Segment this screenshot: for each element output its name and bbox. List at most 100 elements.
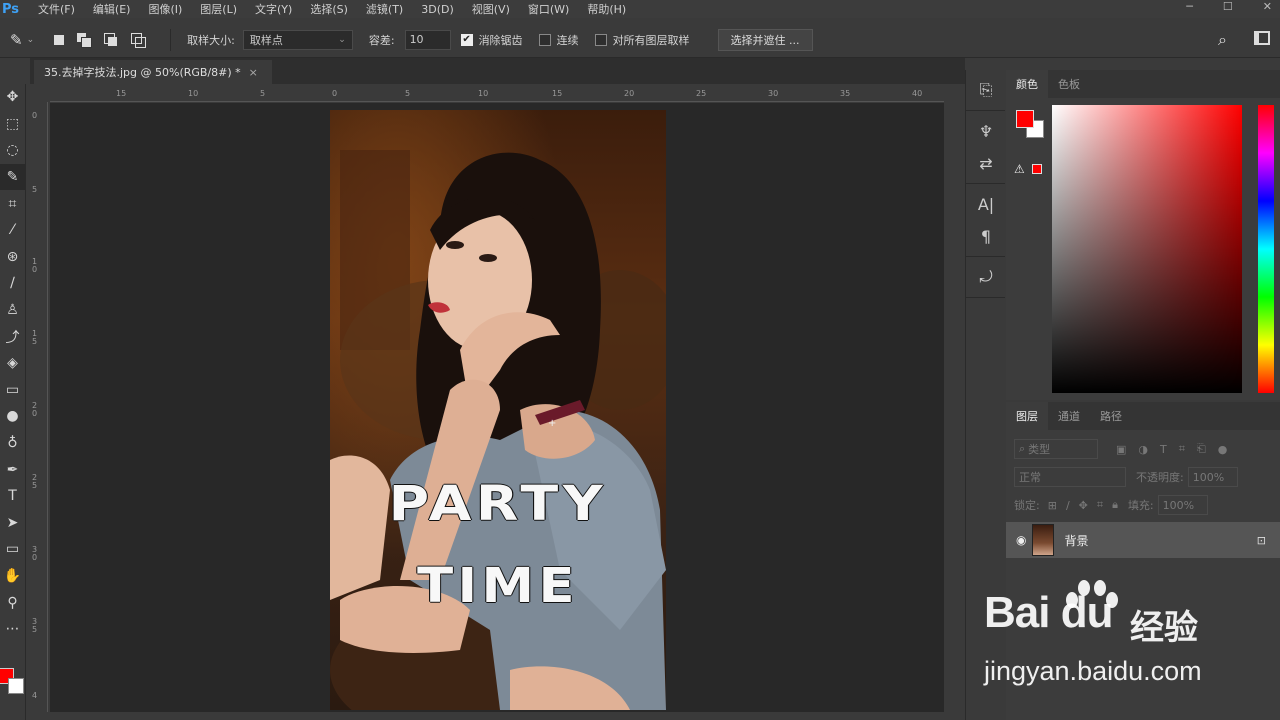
close-window-icon[interactable]: ✕ bbox=[1263, 0, 1272, 13]
opacity-value: 100% bbox=[1192, 470, 1225, 484]
filter-adjustment-icon[interactable]: ◑ bbox=[1138, 443, 1148, 456]
eyedropper-tool-icon[interactable]: ⁄ bbox=[0, 217, 25, 244]
subtract-selection-icon[interactable] bbox=[104, 32, 118, 47]
vertical-ruler: 0 5 1 0 1 5 2 0 2 5 3 0 3 5 4 bbox=[30, 102, 48, 720]
history-brush-tool-icon[interactable]: ⤴ bbox=[0, 323, 25, 350]
lock-artboard-icon[interactable]: ⌗ bbox=[1097, 498, 1103, 512]
pen-tool-icon[interactable]: ✒ bbox=[0, 456, 25, 483]
filter-shape-icon[interactable]: ⌗ bbox=[1179, 442, 1185, 456]
tab-paths[interactable]: 路径 bbox=[1090, 402, 1132, 430]
document-tab[interactable]: 35.去掉字技法.jpg @ 50%(RGB/8#) * × bbox=[34, 60, 272, 84]
document-image[interactable]: PARTY TIME + bbox=[330, 110, 666, 710]
menu-window[interactable]: 窗口(W) bbox=[528, 1, 569, 17]
hand-tool-icon[interactable]: ✋ bbox=[0, 563, 25, 590]
workspace-icon[interactable] bbox=[1254, 31, 1270, 45]
lock-pixels-icon[interactable]: ⊞ bbox=[1048, 499, 1057, 512]
tolerance-input[interactable]: 10 bbox=[404, 29, 451, 50]
party-text-selection: PARTY bbox=[388, 476, 608, 532]
clone-stamp-tool-icon[interactable]: ♙ bbox=[0, 297, 25, 324]
new-selection-icon[interactable] bbox=[54, 34, 65, 45]
gamut-warning-icon[interactable]: ⚠ bbox=[1014, 162, 1025, 176]
opacity-input[interactable]: 100% bbox=[1187, 467, 1238, 487]
minimize-icon[interactable]: ─ bbox=[1186, 0, 1193, 13]
crop-tool-icon[interactable]: ⌗ bbox=[0, 190, 25, 217]
gamut-warning-swatch[interactable] bbox=[1032, 164, 1042, 174]
sample-size-dropdown[interactable]: 取样点 ⌄ bbox=[242, 29, 353, 50]
history-panel-icon[interactable]: ⎘ bbox=[966, 74, 1006, 106]
menu-edit[interactable]: 编辑(E) bbox=[93, 1, 131, 17]
rectangle-tool-icon[interactable]: ▭ bbox=[0, 536, 25, 563]
magic-wand-tool-icon[interactable]: ✎ bbox=[0, 163, 25, 191]
eraser-tool-icon[interactable]: ◈ bbox=[0, 350, 25, 377]
brush-settings-icon[interactable]: ♆ bbox=[966, 115, 1006, 147]
hue-slider[interactable] bbox=[1258, 105, 1274, 393]
filter-smart-object-icon[interactable]: ⎗ bbox=[1197, 442, 1206, 456]
blend-row: 正常 不透明度: 100% bbox=[1006, 466, 1280, 488]
baidu-jingyan-watermark: Bai du 经验 jingyan.baidu.com bbox=[980, 578, 1240, 698]
magic-wand-preset-icon[interactable]: ✎ bbox=[10, 31, 23, 49]
ruler-tick: 30 bbox=[768, 89, 779, 98]
blend-mode-dropdown[interactable]: 正常 bbox=[1014, 467, 1126, 487]
antialias-checkbox[interactable]: ✔ bbox=[460, 33, 473, 46]
maximize-icon[interactable]: ☐ bbox=[1223, 0, 1233, 13]
chevron-down-icon[interactable]: ⌄ bbox=[27, 35, 35, 45]
brush-tool-icon[interactable]: ∕ bbox=[0, 270, 25, 297]
layer-name: 背景 bbox=[1064, 533, 1089, 548]
ruler-tick: 40 bbox=[912, 89, 923, 98]
ruler-tick: 5 bbox=[405, 89, 411, 98]
close-tab-icon[interactable]: × bbox=[249, 66, 258, 79]
select-and-mask-button[interactable]: 选择并遮住 ... bbox=[717, 28, 813, 51]
lock-brush-icon[interactable]: ∕ bbox=[1066, 499, 1070, 512]
tab-channels[interactable]: 通道 bbox=[1048, 402, 1090, 430]
menu-layer[interactable]: 图层(L) bbox=[200, 1, 237, 17]
type-tool-icon[interactable]: T bbox=[0, 483, 25, 510]
lasso-tool-icon[interactable]: ◌ bbox=[0, 137, 25, 164]
layer-filter-dropdown[interactable]: ⌕ 类型 bbox=[1014, 439, 1098, 459]
menu-image[interactable]: 图像(I) bbox=[148, 1, 182, 17]
background-color-swatch[interactable] bbox=[8, 678, 24, 694]
tab-swatches[interactable]: 色板 bbox=[1048, 70, 1090, 98]
color-panel-foreground-swatch[interactable] bbox=[1016, 110, 1034, 128]
menu-help[interactable]: 帮助(H) bbox=[587, 1, 626, 17]
lock-all-icon[interactable]: 🔒︎ bbox=[1112, 498, 1118, 512]
tools-panel: ✥ ⬚ ◌ ✎ ⌗ ⁄ ⊛ ∕ ♙ ⤴ ◈ ▭ ● ♁ ✒ T ➤ ▭ ✋ ⚲ … bbox=[0, 84, 26, 720]
paragraph-panel-icon[interactable]: ¶ bbox=[966, 220, 1006, 252]
lock-position-icon[interactable]: ✥ bbox=[1079, 499, 1088, 512]
search-icon[interactable]: ⌕ bbox=[1218, 30, 1227, 50]
eye-icon[interactable]: ◉ bbox=[1016, 533, 1026, 547]
path-selection-tool-icon[interactable]: ➤ bbox=[0, 510, 25, 537]
actions-panel-icon[interactable]: ⤾ bbox=[966, 261, 1006, 293]
move-tool-icon[interactable]: ✥ bbox=[0, 84, 25, 111]
tab-color[interactable]: 颜色 bbox=[1006, 70, 1048, 98]
menu-filter[interactable]: 滤镜(T) bbox=[366, 1, 403, 17]
intersect-selection-icon[interactable] bbox=[131, 32, 147, 48]
more-tools-icon[interactable]: ⋯ bbox=[0, 616, 25, 643]
gradient-tool-icon[interactable]: ▭ bbox=[0, 377, 25, 404]
contiguous-checkbox[interactable] bbox=[538, 33, 551, 46]
adjustments-icon[interactable]: ⇄ bbox=[966, 147, 1006, 179]
menu-file[interactable]: 文件(F) bbox=[38, 1, 75, 17]
add-selection-icon[interactable] bbox=[77, 32, 93, 48]
menu-type[interactable]: 文字(Y) bbox=[255, 1, 292, 17]
filter-toggle-icon[interactable]: ● bbox=[1218, 443, 1228, 456]
fill-input[interactable]: 100% bbox=[1157, 495, 1208, 515]
all-layers-checkbox[interactable] bbox=[594, 33, 607, 46]
menu-select[interactable]: 选择(S) bbox=[310, 1, 348, 17]
filter-type-icon[interactable]: T bbox=[1160, 443, 1167, 456]
menu-3d[interactable]: 3D(D) bbox=[421, 3, 454, 16]
blur-tool-icon[interactable]: ● bbox=[0, 403, 25, 430]
fill-label: 填充: bbox=[1127, 499, 1154, 512]
layers-panel-tabs: 图层 通道 路径 bbox=[1006, 402, 1280, 430]
marquee-tool-icon[interactable]: ⬚ bbox=[0, 111, 25, 138]
zoom-tool-icon[interactable]: ⚲ bbox=[0, 589, 25, 616]
filter-pixel-icon[interactable]: ▣ bbox=[1116, 443, 1126, 456]
canvas-area[interactable]: PARTY TIME + bbox=[50, 103, 944, 717]
layer-row-background[interactable]: ◉ 背景 ⊡ bbox=[1006, 522, 1280, 558]
dodge-tool-icon[interactable]: ♁ bbox=[0, 430, 25, 457]
search-icon: ⌕ bbox=[1019, 442, 1026, 455]
character-panel-icon[interactable]: A| bbox=[966, 188, 1006, 220]
color-picker-field[interactable] bbox=[1052, 105, 1242, 393]
healing-brush-tool-icon[interactable]: ⊛ bbox=[0, 244, 25, 271]
tab-layers[interactable]: 图层 bbox=[1006, 402, 1048, 430]
menu-view[interactable]: 视图(V) bbox=[472, 1, 510, 17]
